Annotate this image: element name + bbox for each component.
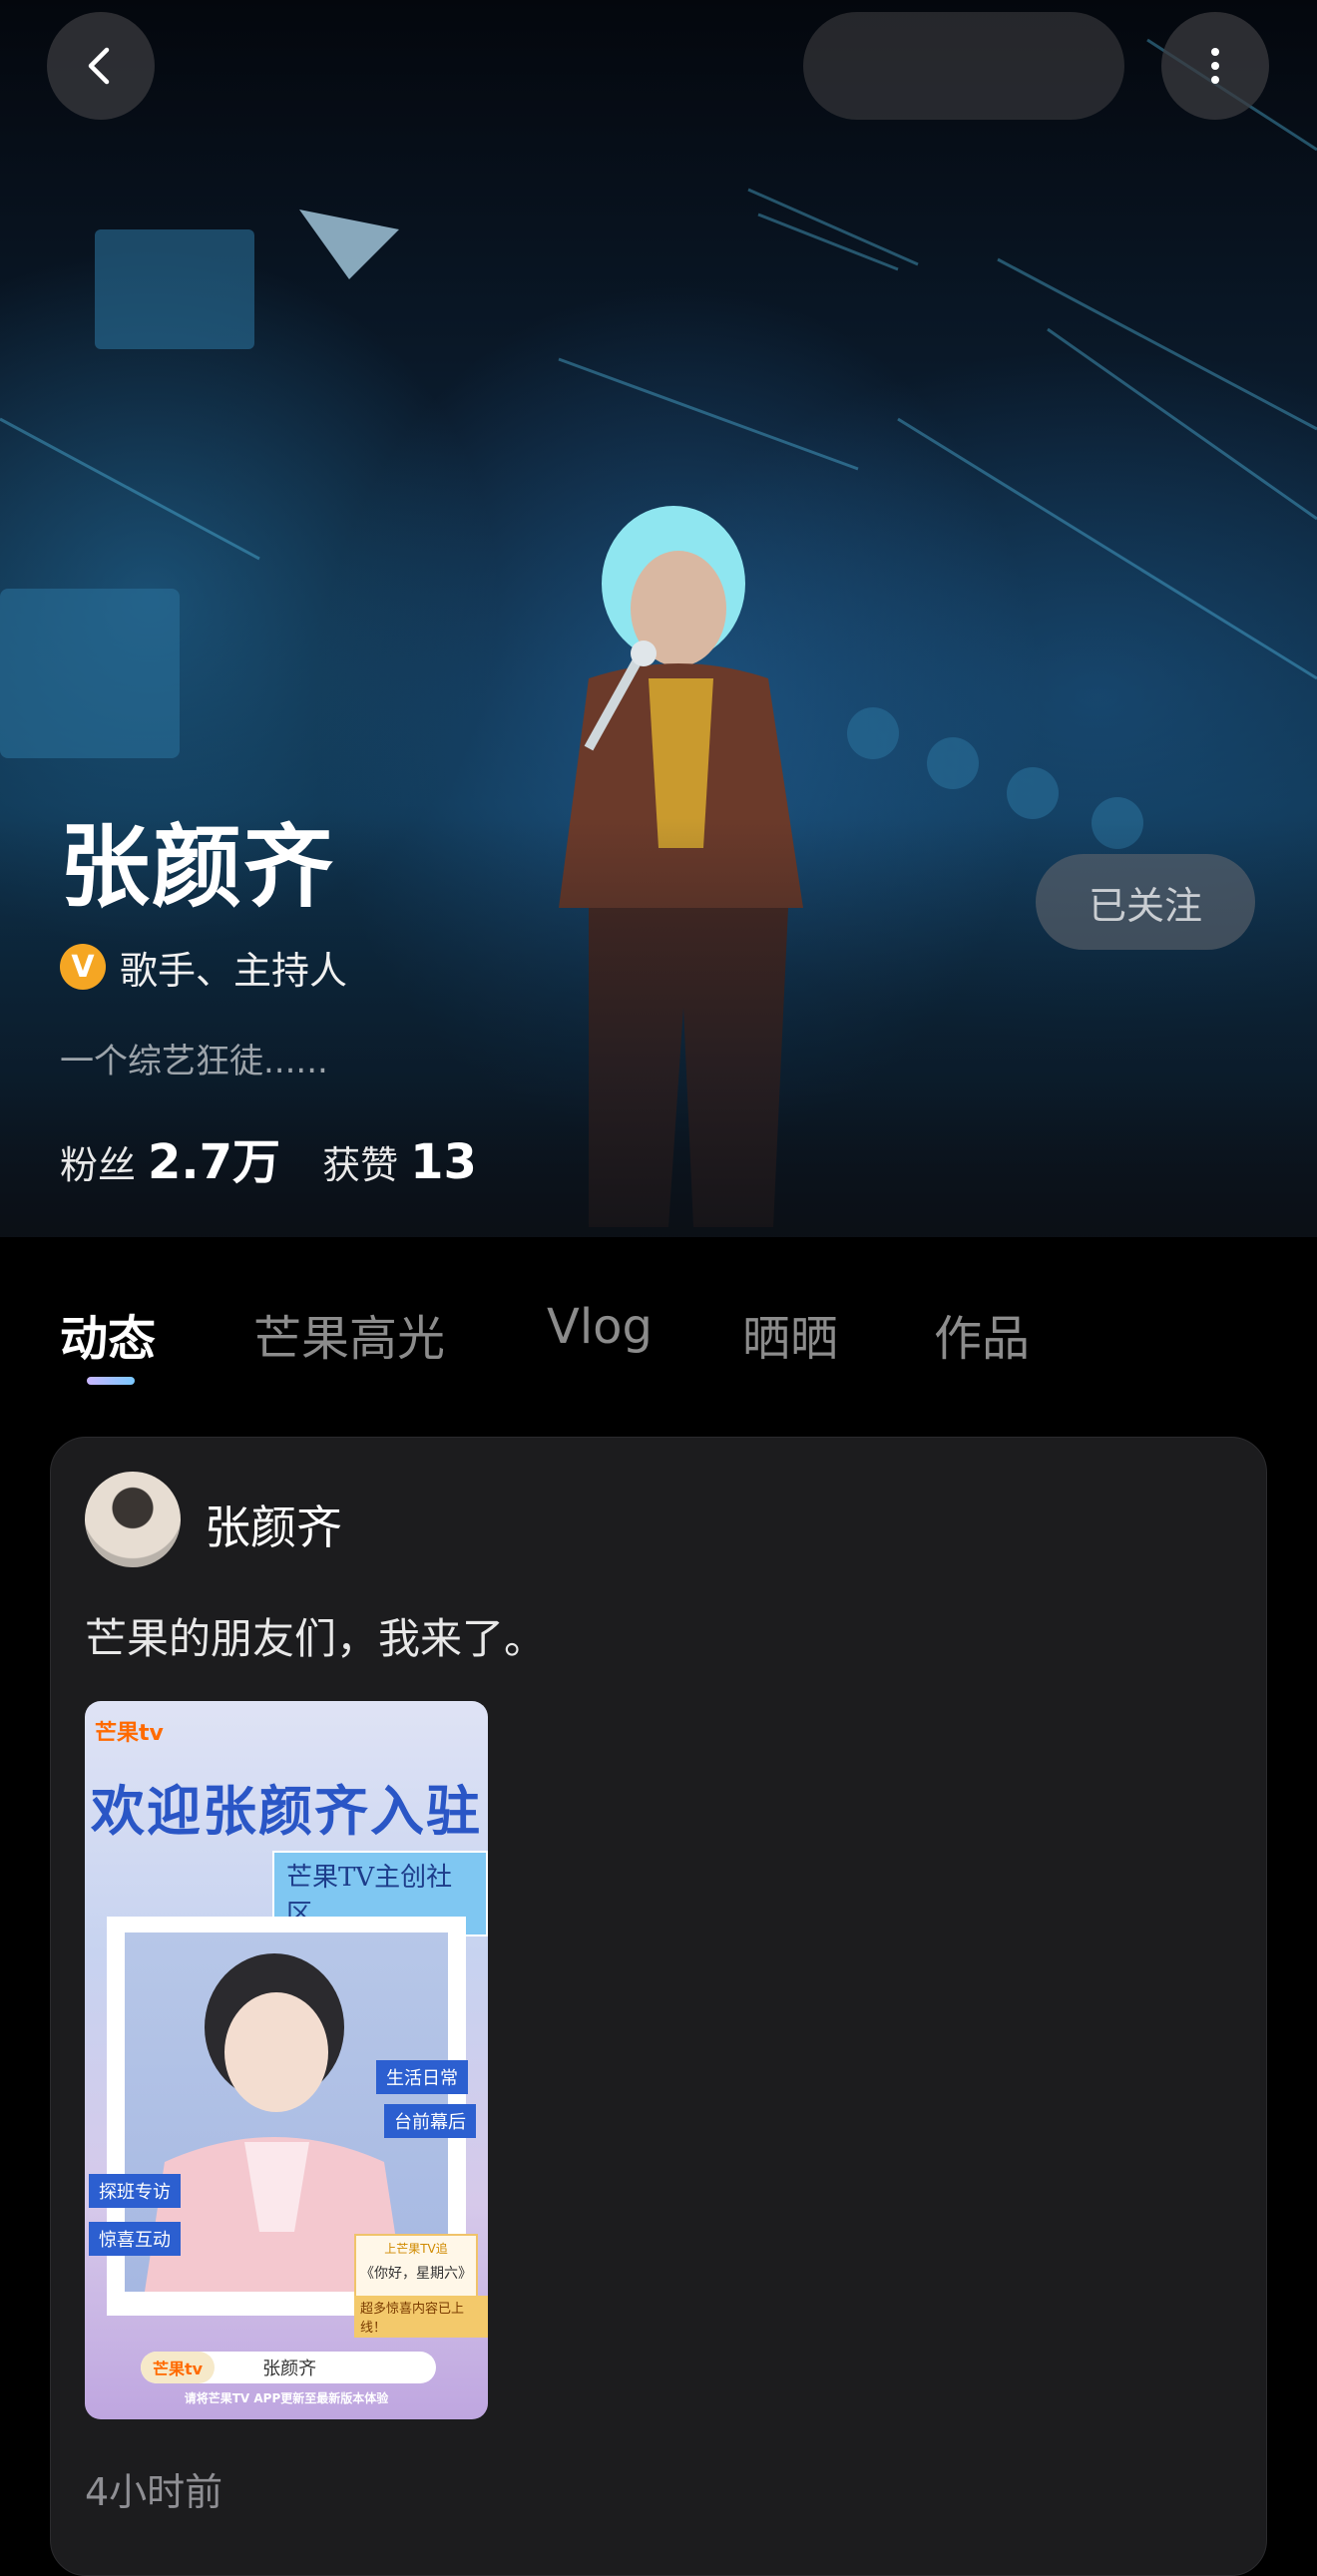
profile-bio[interactable]: 一个综艺狂徒......	[60, 1034, 328, 1082]
chevron-left-icon	[88, 47, 110, 85]
avatar[interactable]	[85, 1472, 181, 1567]
verified-badge-icon: V	[60, 944, 106, 990]
profile-role: 歌手、主持人	[120, 948, 348, 993]
fans-count[interactable]: 2.7万	[148, 1122, 280, 1192]
likes-count: 13	[410, 1134, 477, 1190]
tab-vlog[interactable]: Vlog	[547, 1299, 653, 1355]
profile-stats: 粉丝 2.7万 获赞 13	[60, 1122, 519, 1192]
poster-headline: 欢迎张颜齐入驻	[91, 1779, 482, 1843]
tab-works[interactable]: 作品	[934, 1299, 1030, 1369]
role-row: V 歌手、主持人	[60, 941, 347, 993]
poster-footer: 请将芒果TV APP更新至最新版本体验	[184, 2391, 389, 2405]
poster-promo-more: 超多惊喜内容已上线！	[354, 2296, 488, 2338]
profile-name: 张颜齐	[60, 815, 335, 920]
tab-dynamics[interactable]: 动态	[60, 1299, 156, 1369]
profile-tabs: 动态 芒果高光 Vlog 晒晒 作品	[0, 1237, 1317, 1427]
likes-label: 获赞	[322, 1143, 399, 1187]
fans-label: 粉丝	[60, 1143, 137, 1187]
poster-tag: 生活日常	[376, 2060, 468, 2094]
poster-promo-show: 《你好，星期六》	[360, 2266, 472, 2282]
profile-hero: 张颜齐 V 歌手、主持人 一个综艺狂徒...... 粉丝 2.7万 获赞 13 …	[0, 0, 1317, 1237]
tab-share[interactable]: 晒晒	[742, 1299, 838, 1369]
post-timestamp: 4小时前	[85, 2470, 223, 2514]
post-card[interactable]: 张颜齐 芒果的朋友们，我来了。 芒果tv 欢迎张颜齐入驻 芒果TV主创社区 生活…	[50, 1437, 1267, 2576]
poster-search-brand: 芒果tv	[141, 2352, 216, 2383]
back-button[interactable]	[47, 12, 155, 120]
poster-search-bar: 芒果tv 张颜齐	[141, 2352, 436, 2383]
tab-mango-highlights[interactable]: 芒果高光	[253, 1299, 445, 1369]
post-author[interactable]: 张颜齐	[205, 1492, 342, 1557]
follow-button[interactable]: 已关注	[1036, 854, 1255, 950]
post-image[interactable]: 芒果tv 欢迎张颜齐入驻 芒果TV主创社区 生活日常 台前幕后 探班专访 惊喜互…	[85, 1701, 488, 2419]
poster-tag: 台前幕后	[384, 2104, 476, 2138]
search-pill[interactable]	[803, 12, 1124, 120]
poster-tag: 惊喜互动	[89, 2222, 181, 2256]
more-button[interactable]	[1161, 12, 1269, 120]
tab-indicator	[87, 1377, 135, 1385]
poster-search-text: 张颜齐	[262, 2359, 317, 2379]
poster-promo-small: 上芒果TV追	[384, 2242, 448, 2256]
post-text: 芒果的朋友们，我来了。	[85, 1614, 547, 1663]
poster-tag: 探班专访	[89, 2174, 181, 2208]
more-vertical-icon	[1211, 48, 1219, 84]
mango-tv-logo: 芒果tv	[95, 1721, 164, 1746]
